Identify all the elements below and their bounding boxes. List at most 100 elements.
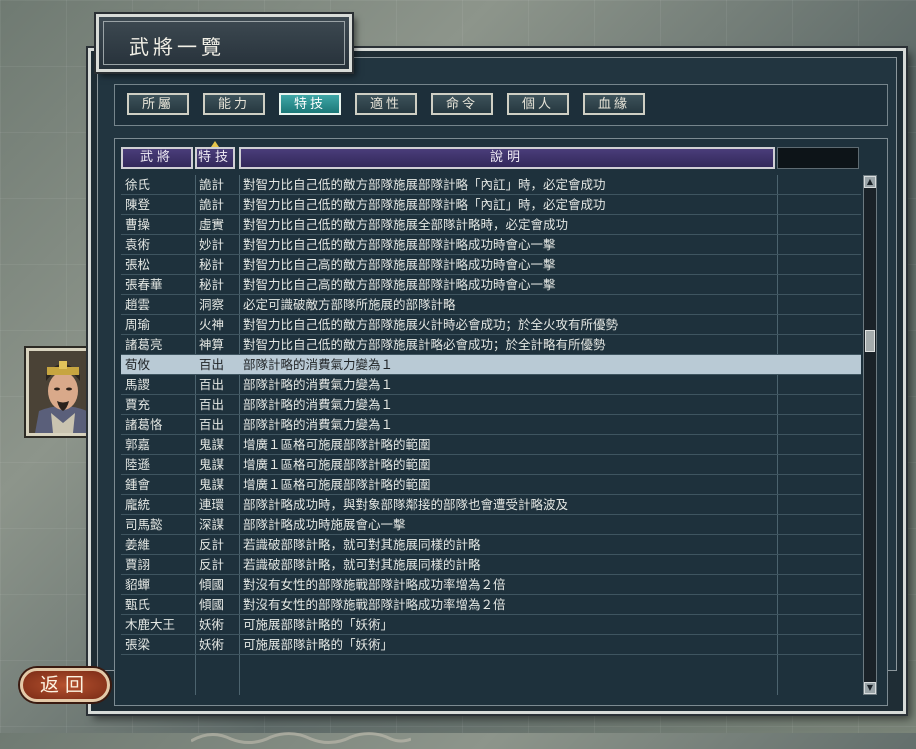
description-cell: 對智力比自己低的敵方部隊施展計略必會成功；於全計略有所優勢 — [243, 337, 606, 352]
table-row[interactable]: 馬謖 百出 部隊計略的消費氣力變為１ — [121, 375, 861, 395]
skill-cell: 鬼謀 — [199, 457, 225, 472]
skill-cell: 鬼謀 — [199, 437, 225, 452]
title-plate: 武將一覽 — [96, 14, 352, 72]
officer-name-cell: 陸遜 — [125, 457, 151, 472]
description-cell: 對沒有女性的部隊施戰部隊計略成功率增為２倍 — [243, 577, 506, 592]
skill-cell: 洞察 — [199, 297, 225, 312]
tab-aptitude[interactable]: 適性 — [355, 93, 417, 115]
table-row[interactable]: 荀攸 百出 部隊計略的消費氣力變為１ — [121, 355, 861, 375]
description-cell: 對智力比自己低的敵方部隊施展部隊計略「內訌」時，必定會成功 — [243, 197, 606, 212]
skill-cell: 虛實 — [199, 217, 225, 232]
description-cell: 對智力比自己高的敵方部隊施展部隊計略成功時會心一擊 — [243, 257, 556, 272]
officer-name-cell: 張春華 — [125, 277, 163, 292]
skill-cell: 反計 — [199, 557, 225, 572]
table-row[interactable]: 司馬懿 深謀 部隊計略成功時施展會心一擊 — [121, 515, 861, 535]
tab-affiliation[interactable]: 所屬 — [127, 93, 189, 115]
table-row[interactable]: 張松 秘計 對智力比自己高的敵方部隊施展部隊計略成功時會心一擊 — [121, 255, 861, 275]
skill-cell: 連環 — [199, 497, 225, 512]
skill-cell: 鬼謀 — [199, 477, 225, 492]
table-row[interactable]: 龐統 連環 部隊計略成功時，與對象部隊鄰接的部隊也會遭受計略波及 — [121, 495, 861, 515]
skill-cell: 詭計 — [199, 177, 225, 192]
skill-cell: 百出 — [199, 417, 225, 432]
scroll-thumb[interactable] — [865, 330, 875, 352]
description-cell: 部隊計略成功時施展會心一擊 — [243, 517, 406, 532]
table-row[interactable]: 賈充 百出 部隊計略的消費氣力變為１ — [121, 395, 861, 415]
description-cell: 部隊計略成功時，與對象部隊鄰接的部隊也會遭受計略波及 — [243, 497, 569, 512]
skill-cell: 妙計 — [199, 237, 225, 252]
skill-cell: 百出 — [199, 397, 225, 412]
table-rows: 徐氏 詭計 對智力比自己低的敵方部隊施展部隊計略「內訌」時，必定會成功 陳登 詭計 對智力… — [121, 175, 861, 695]
officer-name-cell: 貂蟬 — [125, 577, 151, 592]
skill-cell: 秘計 — [199, 257, 225, 272]
table-row[interactable]: 張梁 妖術 可施展部隊計略的「妖術」 — [121, 635, 861, 655]
officer-list-window: 所屬 能力 特技 適性 命令 個人 血緣 武將 特技 說明 徐氏 詭計 對智力比自己… — [88, 8, 906, 744]
table-row[interactable]: 郭嘉 鬼謀 增廣１區格可施展部隊計略的範圍 — [121, 435, 861, 455]
window-title: 武將一覽 — [129, 35, 225, 59]
description-cell: 部隊計略的消費氣力變為１ — [243, 377, 394, 392]
skill-cell: 神算 — [199, 337, 225, 352]
description-cell: 部隊計略的消費氣力變為１ — [243, 357, 394, 372]
table-row[interactable]: 張春華 秘計 對智力比自己高的敵方部隊施展部隊計略成功時會心一擊 — [121, 275, 861, 295]
officer-name-cell: 姜維 — [125, 537, 151, 552]
officer-name-cell: 賈詡 — [125, 557, 151, 572]
tab-ability[interactable]: 能力 — [203, 93, 265, 115]
tab-personal[interactable]: 個人 — [507, 93, 569, 115]
description-cell: 部隊計略的消費氣力變為１ — [243, 417, 394, 432]
back-button[interactable]: 返回 — [20, 668, 110, 702]
officer-name-cell: 龐統 — [125, 497, 151, 512]
description-cell: 對智力比自己低的敵方部隊施展部隊計略「內訌」時，必定會成功 — [243, 177, 606, 192]
officer-name-cell: 袁術 — [125, 237, 151, 252]
table-row[interactable]: 周瑜 火神 對智力比自己低的敵方部隊施展火計時必會成功；於全火攻有所優勢 — [121, 315, 861, 335]
officer-name-cell: 鍾會 — [125, 477, 151, 492]
cloud-ornament — [191, 732, 411, 744]
table-row[interactable]: 徐氏 詭計 對智力比自己低的敵方部隊施展部隊計略「內訌」時，必定會成功 — [121, 175, 861, 195]
officer-name-cell: 賈充 — [125, 397, 151, 412]
tab-command[interactable]: 命令 — [431, 93, 493, 115]
officer-name-cell: 郭嘉 — [125, 437, 151, 452]
tab-bar: 所屬 能力 特技 適性 命令 個人 血緣 — [114, 84, 888, 126]
table-row[interactable]: 賈詡 反計 若識破部隊計略，就可對其施展同樣的計略 — [121, 555, 861, 575]
description-cell: 對沒有女性的部隊施戰部隊計略成功率增為２倍 — [243, 597, 506, 612]
table-row[interactable]: 貂蟬 傾國 對沒有女性的部隊施戰部隊計略成功率增為２倍 — [121, 575, 861, 595]
officer-name-cell: 曹操 — [125, 217, 151, 232]
scrollbar[interactable]: ▲ ▼ — [863, 175, 877, 695]
description-cell: 對智力比自己低的敵方部隊施展部隊計略成功時會心一擊 — [243, 237, 556, 252]
skill-cell: 百出 — [199, 357, 225, 372]
table-row[interactable]: 鍾會 鬼謀 增廣１區格可施展部隊計略的範圍 — [121, 475, 861, 495]
tab-lineage[interactable]: 血緣 — [583, 93, 645, 115]
officer-name-cell: 甄氏 — [125, 597, 151, 612]
arrow-down-icon[interactable]: ▼ — [864, 682, 876, 694]
officer-name-cell: 趙雲 — [125, 297, 151, 312]
description-cell: 對智力比自己高的敵方部隊施展部隊計略成功時會心一擊 — [243, 277, 556, 292]
tab-skills[interactable]: 特技 — [279, 93, 341, 115]
skill-cell: 秘計 — [199, 277, 225, 292]
table-row[interactable]: 袁術 妙計 對智力比自己低的敵方部隊施展部隊計略成功時會心一擊 — [121, 235, 861, 255]
skill-cell: 反計 — [199, 537, 225, 552]
table-row[interactable]: 諸葛亮 神算 對智力比自己低的敵方部隊施展計略必會成功；於全計略有所優勢 — [121, 335, 861, 355]
table-row[interactable]: 姜維 反計 若識破部隊計略，就可對其施展同樣的計略 — [121, 535, 861, 555]
description-cell: 可施展部隊計略的「妖術」 — [243, 637, 394, 652]
table-row[interactable]: 陸遜 鬼謀 增廣１區格可施展部隊計略的範圍 — [121, 455, 861, 475]
table-row[interactable]: 曹操 虛實 對智力比自己低的敵方部隊施展全部隊計略時，必定會成功 — [121, 215, 861, 235]
officer-name-cell: 張松 — [125, 257, 151, 272]
description-cell: 增廣１區格可施展部隊計略的範圍 — [243, 477, 431, 492]
table-row[interactable]: 木鹿大王 妖術 可施展部隊計略的「妖術」 — [121, 615, 861, 635]
table-row[interactable]: 甄氏 傾國 對沒有女性的部隊施戰部隊計略成功率增為２倍 — [121, 595, 861, 615]
skill-cell: 傾國 — [199, 577, 225, 592]
window-frame: 所屬 能力 特技 適性 命令 個人 血緣 武將 特技 說明 徐氏 詭計 對智力比自己… — [88, 48, 906, 744]
description-cell: 對智力比自己低的敵方部隊施展全部隊計略時，必定會成功 — [243, 217, 569, 232]
arrow-up-icon[interactable]: ▲ — [864, 176, 876, 188]
description-cell: 增廣１區格可施展部隊計略的範圍 — [243, 457, 431, 472]
skill-cell: 傾國 — [199, 597, 225, 612]
description-cell: 可施展部隊計略的「妖術」 — [243, 617, 394, 632]
table-row[interactable]: 陳登 詭計 對智力比自己低的敵方部隊施展部隊計略「內訌」時，必定會成功 — [121, 195, 861, 215]
officer-name-cell: 張梁 — [125, 637, 151, 652]
skill-cell: 深謀 — [199, 517, 225, 532]
header-skill[interactable]: 特技 — [195, 141, 235, 169]
table-row[interactable]: 諸葛恪 百出 部隊計略的消費氣力變為１ — [121, 415, 861, 435]
officer-name-cell: 徐氏 — [125, 177, 151, 192]
skill-cell: 妖術 — [199, 617, 225, 632]
header-description[interactable]: 說明 — [239, 147, 775, 169]
header-officer[interactable]: 武將 — [121, 147, 193, 169]
table-row[interactable]: 趙雲 洞察 必定可識破敵方部隊所施展的部隊計略 — [121, 295, 861, 315]
